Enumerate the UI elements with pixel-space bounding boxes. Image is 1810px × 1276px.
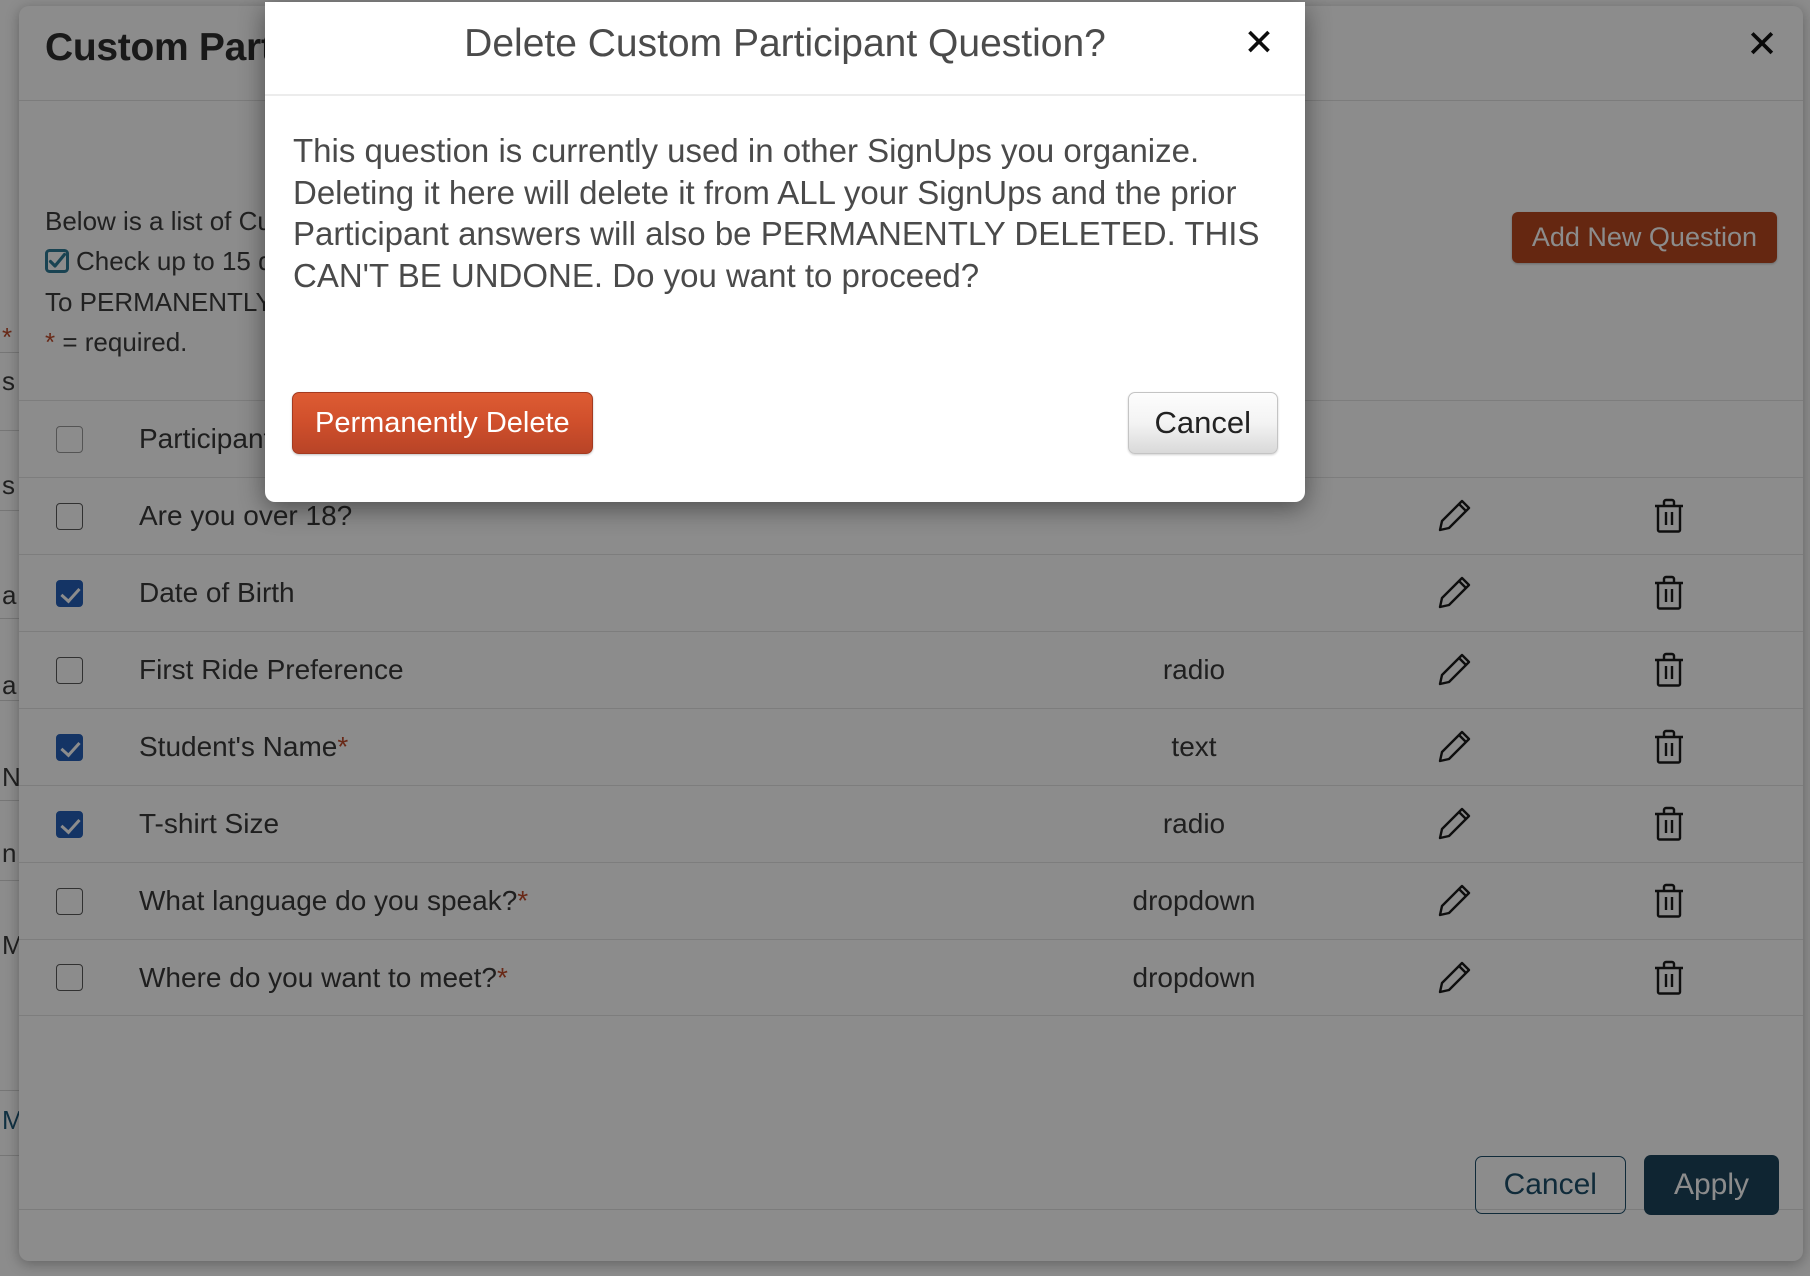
confirm-header-divider bbox=[265, 94, 1305, 96]
table-row[interactable]: What language do you speak?* dropdown bbox=[19, 862, 1803, 939]
question-type: text bbox=[1171, 731, 1217, 762]
confirm-title: Delete Custom Participant Question? bbox=[464, 22, 1106, 65]
row-checkbox-cell bbox=[19, 733, 119, 761]
question-label-text: What language do you speak? bbox=[139, 885, 518, 916]
question-type: dropdown bbox=[1132, 961, 1256, 993]
question-label-text: First Ride Preference bbox=[139, 654, 404, 685]
edit-cell bbox=[1339, 725, 1569, 769]
trash-icon[interactable] bbox=[1649, 802, 1689, 846]
delete-cell bbox=[1569, 494, 1769, 538]
table-row[interactable]: Student's Name* text bbox=[19, 708, 1803, 785]
question-label: What language do you speak?* bbox=[119, 885, 1049, 917]
trash-icon[interactable] bbox=[1649, 648, 1689, 692]
edit-cell bbox=[1339, 648, 1569, 692]
delete-cell bbox=[1569, 879, 1769, 923]
apply-button[interactable]: Apply bbox=[1643, 1155, 1779, 1215]
question-label: Date of Birth bbox=[119, 577, 1049, 609]
question-label-text: T-shirt Size bbox=[139, 808, 280, 839]
add-new-question-button[interactable]: Add New Question bbox=[1511, 212, 1777, 263]
row-checkbox-cell bbox=[19, 887, 119, 915]
edit-pencil-icon[interactable] bbox=[1432, 571, 1476, 615]
question-label: Are you over 18? bbox=[119, 500, 1049, 532]
edit-cell bbox=[1339, 571, 1569, 615]
row-checkbox-cell bbox=[19, 964, 119, 991]
question-type: radio bbox=[1162, 808, 1226, 839]
trash-icon[interactable] bbox=[1649, 879, 1689, 923]
edit-cell bbox=[1339, 802, 1569, 846]
question-label-text: Are you over 18? bbox=[139, 500, 353, 531]
underlay-fragment: s bbox=[2, 366, 15, 396]
row-checkbox-cell bbox=[19, 425, 119, 453]
page-root: * s s a a N n M M Custom Participant Que… bbox=[0, 0, 1810, 1276]
row-checkbox-cell bbox=[19, 810, 119, 838]
edit-pencil-icon[interactable] bbox=[1432, 648, 1476, 692]
required-star: * bbox=[337, 731, 349, 762]
row-checkbox[interactable] bbox=[55, 502, 83, 530]
delete-cell bbox=[1569, 956, 1769, 1000]
confirm-header: Delete Custom Participant Question? ✕ bbox=[265, 2, 1305, 96]
edit-pencil-icon[interactable] bbox=[1432, 956, 1476, 1000]
required-star: * bbox=[45, 326, 56, 357]
question-label-text: Where do you want to meet? bbox=[139, 961, 497, 993]
close-icon[interactable]: ✕ bbox=[1237, 20, 1281, 64]
trash-icon[interactable] bbox=[1649, 725, 1689, 769]
underlay-fragment: s bbox=[2, 470, 15, 500]
row-checkbox[interactable] bbox=[55, 810, 83, 838]
trash-icon[interactable] bbox=[1649, 956, 1689, 1000]
question-label-text: Date of Birth bbox=[139, 577, 295, 608]
edit-pencil-icon[interactable] bbox=[1432, 879, 1476, 923]
row-checkbox[interactable] bbox=[55, 425, 83, 453]
checkbox-checked-icon bbox=[45, 248, 69, 274]
confirm-message: This question is currently used in other… bbox=[293, 132, 1260, 294]
confirm-actions: Permanently Delete Cancel bbox=[265, 382, 1305, 502]
question-label-text: Student's Name bbox=[139, 731, 338, 762]
delete-confirm-dialog: Delete Custom Participant Question? ✕ Th… bbox=[265, 2, 1305, 502]
question-label: Student's Name* bbox=[119, 731, 1049, 763]
row-checkbox[interactable] bbox=[55, 964, 83, 991]
table-row[interactable]: T-shirt Size radio bbox=[19, 785, 1803, 862]
trash-icon[interactable] bbox=[1649, 494, 1689, 538]
required-star: * bbox=[496, 961, 508, 993]
delete-cell bbox=[1569, 802, 1769, 846]
row-checkbox[interactable] bbox=[55, 579, 83, 607]
question-label: Where do you want to meet?* bbox=[119, 962, 1049, 994]
underlay-fragment: a bbox=[2, 580, 17, 610]
question-type: radio bbox=[1162, 654, 1226, 685]
delete-cell bbox=[1569, 648, 1769, 692]
permanently-delete-button[interactable]: Permanently Delete bbox=[292, 392, 593, 454]
row-checkbox-cell bbox=[19, 656, 119, 684]
question-label: First Ride Preference bbox=[119, 654, 1049, 686]
edit-cell bbox=[1339, 879, 1569, 923]
cancel-button[interactable]: Cancel bbox=[1474, 1156, 1626, 1214]
edit-pencil-icon[interactable] bbox=[1432, 494, 1476, 538]
question-type: dropdown bbox=[1132, 885, 1256, 916]
underlay-fragment: n bbox=[2, 838, 17, 868]
footer-buttons: Cancel Apply bbox=[1474, 1155, 1779, 1215]
cancel-button[interactable]: Cancel bbox=[1127, 392, 1278, 454]
row-checkbox-cell bbox=[19, 579, 119, 607]
table-row[interactable]: Where do you want to meet?* dropdown bbox=[19, 939, 1803, 1016]
trash-icon[interactable] bbox=[1649, 571, 1689, 615]
dialog-footer: Cancel Apply bbox=[19, 1133, 1803, 1261]
row-checkbox[interactable] bbox=[55, 656, 83, 684]
close-icon[interactable]: ✕ bbox=[1739, 22, 1785, 68]
edit-cell bbox=[1339, 494, 1569, 538]
edit-cell bbox=[1339, 956, 1569, 1000]
table-row[interactable]: Date of Birth bbox=[19, 554, 1803, 631]
required-star: * bbox=[517, 885, 529, 916]
edit-pencil-icon[interactable] bbox=[1432, 802, 1476, 846]
underlay-fragment: * bbox=[2, 322, 13, 352]
question-label: T-shirt Size bbox=[119, 808, 1049, 840]
row-checkbox-cell bbox=[19, 502, 119, 530]
underlay-fragment: N bbox=[2, 762, 21, 792]
table-row[interactable]: First Ride Preference radio bbox=[19, 631, 1803, 708]
row-checkbox[interactable] bbox=[55, 887, 83, 915]
delete-cell bbox=[1569, 571, 1769, 615]
row-checkbox[interactable] bbox=[55, 733, 83, 761]
delete-cell bbox=[1569, 725, 1769, 769]
edit-pencil-icon[interactable] bbox=[1432, 725, 1476, 769]
underlay-fragment: a bbox=[2, 670, 17, 700]
